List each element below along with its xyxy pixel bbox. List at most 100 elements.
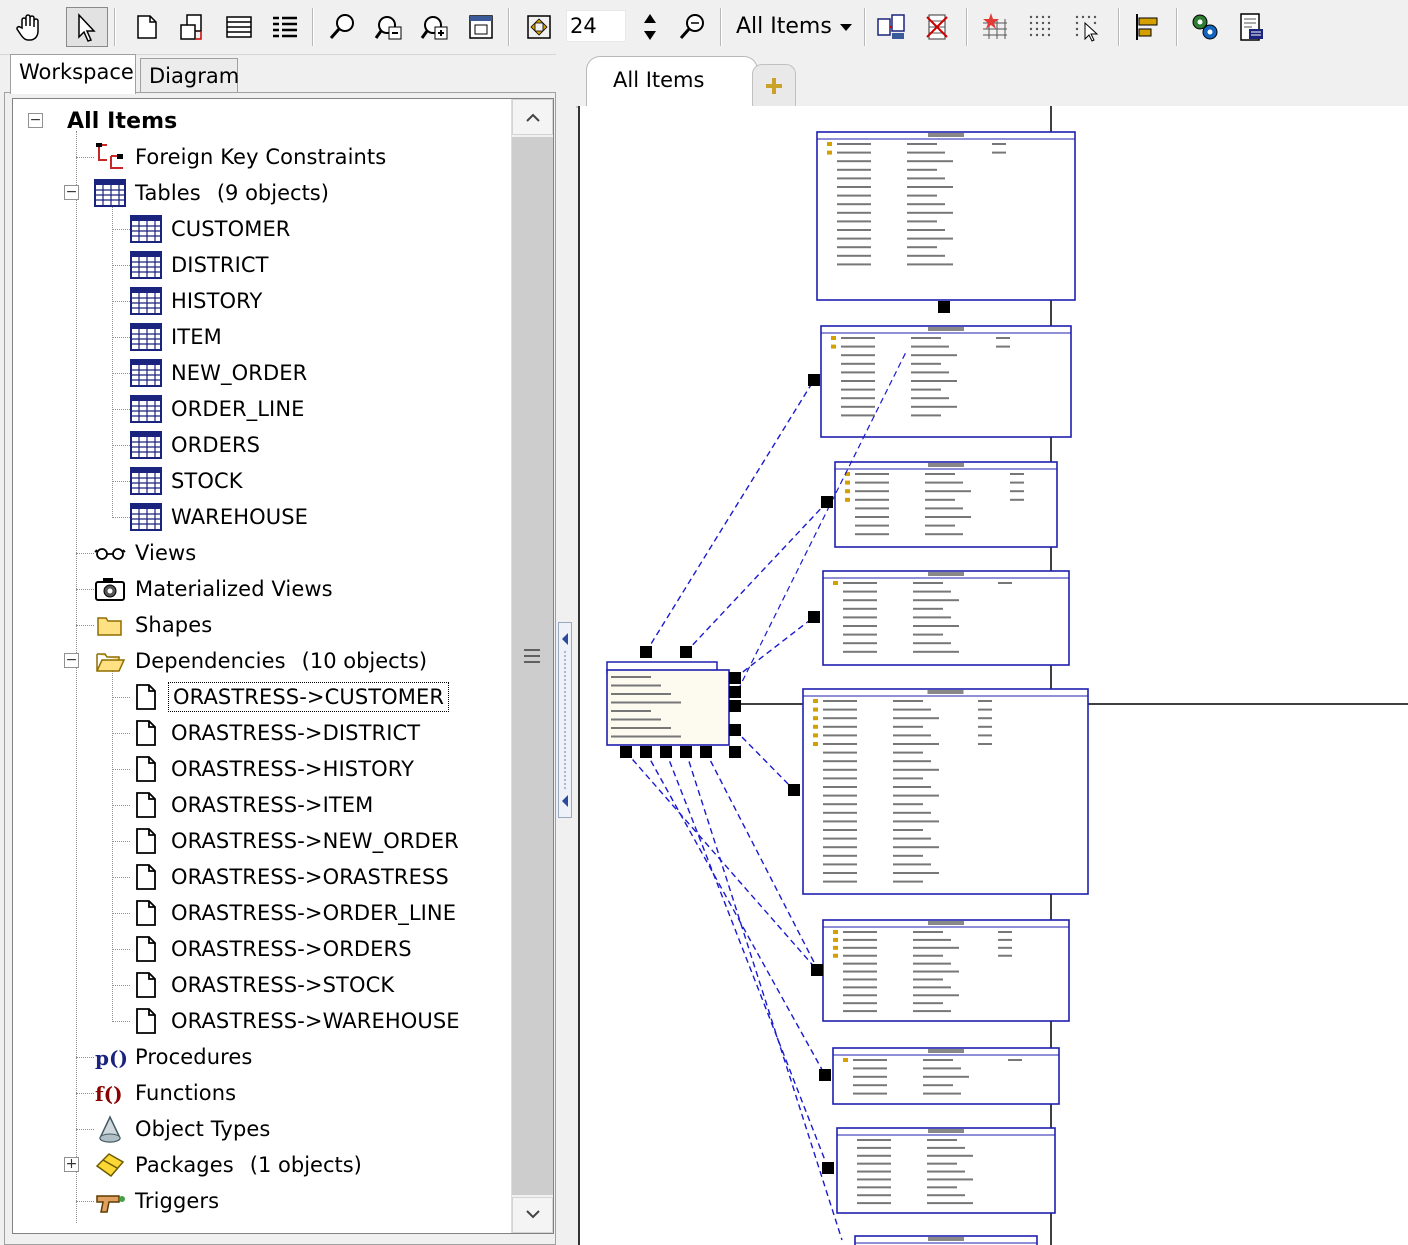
tree-item-packages[interactable]: Packages (1 objects)	[93, 1148, 362, 1182]
diagram-canvas[interactable]	[578, 106, 1408, 1245]
tab-diagram[interactable]: Diagram	[140, 58, 239, 94]
document-icon	[129, 862, 163, 892]
zoom-out-icon[interactable]	[368, 7, 410, 47]
tree-item-table-customer[interactable]: CUSTOMER	[129, 212, 291, 246]
column-type	[913, 599, 959, 602]
column-type	[923, 1084, 953, 1087]
tree-item-tables[interactable]: Tables (9 objects)	[93, 176, 329, 210]
column-name	[857, 1154, 891, 1157]
column-name	[857, 1162, 891, 1165]
tree-item-table-stock[interactable]: STOCK	[129, 464, 243, 498]
pan-hand-icon[interactable]	[8, 7, 50, 47]
tree-item-views[interactable]: Views	[93, 536, 196, 570]
tree-item-table-item[interactable]: ITEM	[129, 320, 222, 354]
align-left-icon[interactable]	[1126, 7, 1168, 47]
tab-workspace[interactable]: Workspace	[10, 54, 136, 94]
tree-item-dependencies[interactable]: Dependencies (10 objects)	[93, 644, 427, 678]
zoom-window-icon[interactable]	[460, 7, 502, 47]
select-pointer-icon[interactable]	[66, 7, 108, 47]
root-collapse-toggle[interactable]: −	[28, 113, 43, 128]
column-constraint	[978, 725, 992, 728]
delete-relationship-icon[interactable]	[916, 7, 958, 47]
gears-icon[interactable]	[1184, 7, 1226, 47]
add-diagram-tab-button[interactable]	[752, 64, 796, 106]
main-toolbar: 24 All Items	[0, 0, 1408, 55]
document-icon	[129, 682, 163, 712]
key-icon	[843, 1058, 848, 1062]
grid-dots-icon[interactable]	[1020, 7, 1062, 47]
column-type	[893, 880, 923, 883]
report-icon[interactable]	[1230, 7, 1272, 47]
tree-item-shapes[interactable]: Shapes	[93, 608, 212, 642]
zoom-in-icon[interactable]	[414, 7, 456, 47]
column-name	[841, 414, 875, 417]
snap-to-grid-icon[interactable]	[1066, 7, 1108, 47]
tree-item-dependency[interactable]: ORASTRESS->STOCK	[129, 968, 394, 1002]
column-type	[893, 846, 939, 849]
packages-expand-toggle[interactable]: +	[64, 1157, 79, 1172]
tree-item-table-new-order[interactable]: NEW_ORDER	[129, 356, 307, 390]
dependencies-collapse-toggle[interactable]: −	[64, 653, 79, 668]
tree-item-procedures[interactable]: p() Procedures	[93, 1040, 252, 1074]
tree-item-table-orders[interactable]: ORDERS	[129, 428, 260, 462]
column-name	[823, 717, 857, 720]
relationship-handle	[788, 784, 800, 796]
column-name	[855, 490, 889, 493]
column-type	[913, 978, 943, 981]
tree-item-dependency[interactable]: ORASTRESS->HISTORY	[129, 752, 414, 786]
tree-item-triggers[interactable]: Triggers	[93, 1184, 219, 1218]
diagram-tab-all-items[interactable]: All Items	[586, 56, 758, 106]
relationship-line	[645, 379, 815, 653]
scroll-up-button[interactable]	[512, 99, 553, 135]
tree-item-foreign-keys[interactable]: Foreign Key Constraints	[93, 140, 386, 174]
column-type	[927, 1154, 973, 1157]
tree-scrollbar[interactable]	[511, 99, 553, 1233]
document-icon	[129, 898, 163, 928]
column-type	[907, 177, 945, 180]
column-name	[837, 237, 871, 240]
entity-title-text	[928, 921, 964, 925]
tree-root-all-items[interactable]: All Items	[67, 104, 177, 138]
column-name	[837, 177, 871, 180]
column-name	[823, 880, 857, 883]
tree-item-materialized-views[interactable]: Materialized Views	[93, 572, 333, 606]
tree-item-object-types[interactable]: Object Types	[93, 1112, 270, 1146]
zoom-spinner-icon[interactable]	[630, 7, 670, 47]
list-layout-icon[interactable]	[264, 7, 306, 47]
scroll-down-button[interactable]	[512, 1197, 553, 1233]
tree-item-dependency[interactable]: ORASTRESS->DISTRICT	[129, 716, 420, 750]
tree-item-table-district[interactable]: DISTRICT	[129, 248, 269, 282]
tree-item-dependency[interactable]: ORASTRESS->CUSTOMER	[129, 680, 450, 714]
plus-icon	[766, 77, 782, 94]
tree-item-dependency[interactable]: ORASTRESS->ORDER_LINE	[129, 896, 456, 930]
zoom-magnifier-icon[interactable]	[672, 7, 714, 47]
key-icon	[813, 699, 818, 703]
zoom-level-input[interactable]: 24	[566, 10, 626, 42]
new-document-icon[interactable]	[126, 7, 168, 47]
column-name	[855, 524, 889, 527]
column-name	[857, 1186, 891, 1189]
tree-item-functions[interactable]: f() Functions	[93, 1076, 236, 1110]
layout-star-icon[interactable]	[974, 7, 1016, 47]
compare-model-icon[interactable]	[870, 7, 912, 47]
fit-to-window-icon[interactable]	[518, 7, 560, 47]
tree-item-table-history[interactable]: HISTORY	[129, 284, 262, 318]
tree-item-table-warehouse[interactable]: WAREHOUSE	[129, 500, 308, 534]
table-grid-icon[interactable]	[218, 7, 260, 47]
find-icon[interactable]	[322, 7, 364, 47]
er-diagram	[606, 106, 1408, 1245]
panel-splitter[interactable]	[556, 54, 576, 1245]
add-related-icon[interactable]	[172, 7, 214, 47]
column-type	[893, 760, 931, 763]
tree-item-table-order-line[interactable]: ORDER_LINE	[129, 392, 305, 426]
tree-item-dependency[interactable]: ORASTRESS->ITEM	[129, 788, 373, 822]
column-name	[843, 633, 877, 636]
tree-item-dependency[interactable]: ORASTRESS->ORDERS	[129, 932, 412, 966]
scroll-thumb[interactable]	[512, 137, 553, 1195]
tables-collapse-toggle[interactable]: −	[64, 185, 79, 200]
tree-item-dependency[interactable]: ORASTRESS->ORASTRESS	[129, 860, 449, 894]
tree-item-dependency[interactable]: ORASTRESS->NEW_ORDER	[129, 824, 459, 858]
splitter-handle[interactable]	[558, 622, 572, 818]
item-filter-dropdown[interactable]: All Items	[728, 8, 858, 46]
tree-item-dependency[interactable]: ORASTRESS->WAREHOUSE	[129, 1004, 460, 1038]
